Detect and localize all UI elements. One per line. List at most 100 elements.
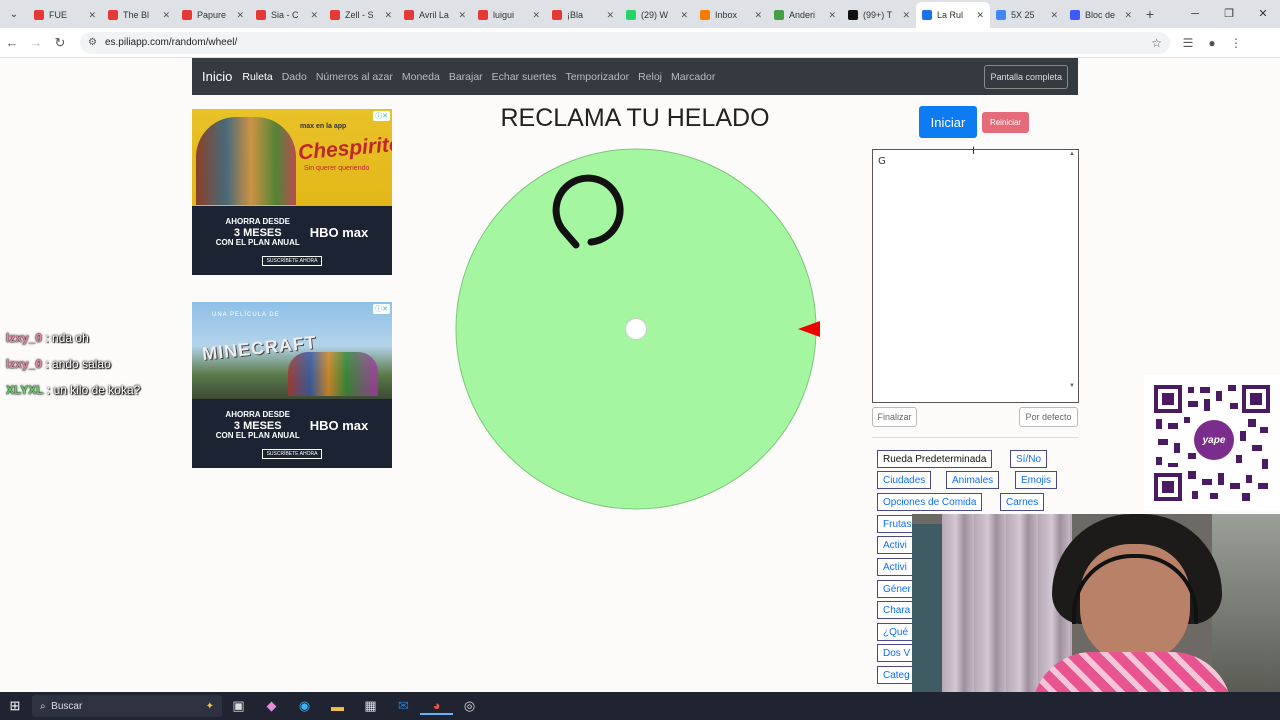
obs-icon[interactable]: ◎ — [453, 698, 486, 714]
preset-generos[interactable]: Géner — [877, 580, 913, 598]
browser-tab[interactable]: (29) W ✕ — [620, 2, 694, 28]
ad-cta[interactable]: SUSCRÍBETE AHORA — [261, 255, 323, 266]
preset-dos-v[interactable]: Dos V — [877, 644, 913, 662]
preset-si-no[interactable]: Sí/No — [1010, 450, 1048, 468]
nav-link[interactable]: Moneda — [402, 71, 440, 83]
ad-cta[interactable]: SUSCRÍBETE AHORA — [261, 448, 323, 459]
windows-start-icon[interactable]: ⊞ — [0, 698, 30, 714]
profile-icon[interactable]: ● — [1200, 36, 1224, 50]
preset-frutas[interactable]: Frutas — [877, 515, 913, 533]
tab-close-icon[interactable]: ✕ — [606, 10, 614, 21]
browser-tab[interactable]: Inbox ✕ — [694, 2, 768, 28]
bookmark-star-icon[interactable]: ☆ — [1151, 36, 1162, 50]
new-tab-button[interactable]: + — [1138, 6, 1162, 22]
browser-tab[interactable]: (99+) T ✕ — [842, 2, 916, 28]
tab-close-icon[interactable]: ✕ — [976, 10, 984, 21]
file-explorer-icon[interactable]: ▬ — [321, 699, 354, 714]
close-window-icon[interactable]: ✕ — [1246, 0, 1280, 28]
tab-close-icon[interactable]: ✕ — [1124, 10, 1132, 21]
browser-tab[interactable]: La Rul ✕ — [916, 2, 990, 28]
adchoices-icon[interactable]: ⓘ✕ — [373, 111, 390, 121]
nav-link[interactable]: Echar suertes — [492, 71, 557, 83]
nav-link[interactable]: Dado — [282, 71, 307, 83]
ad-minecraft[interactable]: UNA PELÍCULA DE MINECRAFT ⓘ✕ AHORRA DESD… — [192, 302, 392, 468]
site-info-icon[interactable]: ⚙ — [88, 37, 97, 48]
tab-favicon-icon — [256, 10, 266, 20]
menu-kebab-icon[interactable]: ⋮ — [1224, 36, 1248, 50]
copilot-icon[interactable]: ◆ — [255, 698, 288, 714]
preset-emojis[interactable]: Emojis — [1015, 471, 1058, 489]
reset-button[interactable]: Reiniciar — [982, 112, 1029, 133]
scroll-down-icon[interactable]: ▼ — [1069, 383, 1075, 389]
taskbar-search[interactable]: ⌕ Buscar ✦ — [32, 695, 222, 717]
store-icon[interactable]: ▦ — [354, 698, 387, 714]
nav-link[interactable]: Temporizador — [565, 71, 629, 83]
restore-icon[interactable]: ❐ — [1212, 0, 1246, 28]
tab-close-icon[interactable]: ✕ — [754, 10, 762, 21]
tab-close-icon[interactable]: ✕ — [532, 10, 540, 21]
tab-close-icon[interactable]: ✕ — [310, 10, 318, 21]
preset-characters[interactable]: Chara — [877, 601, 913, 619]
browser-tab[interactable]: Sia - C ✕ — [250, 2, 324, 28]
tab-close-icon[interactable]: ✕ — [902, 10, 910, 21]
tab-search-icon[interactable]: ⌄ — [0, 0, 28, 28]
chrome-icon[interactable]: ◕ — [420, 698, 453, 715]
preset-ciudades[interactable]: Ciudades — [877, 471, 932, 489]
minimize-icon[interactable]: ─ — [1178, 0, 1212, 28]
fullscreen-button[interactable]: Pantalla completa — [984, 64, 1068, 89]
ad-chespirito[interactable]: max en la app Chespirito Sin querer quer… — [192, 109, 392, 275]
outlook-icon[interactable]: ✉ — [387, 698, 420, 714]
browser-tab[interactable]: Bloc de ✕ — [1064, 2, 1138, 28]
tab-favicon-icon — [404, 10, 414, 20]
ad-mini-text: max en la app — [300, 123, 347, 130]
preset-animales[interactable]: Animales — [946, 471, 1000, 489]
nav-link[interactable]: Números al azar — [316, 71, 393, 83]
browser-tab[interactable]: luigui ✕ — [472, 2, 546, 28]
tab-title: Papure — [197, 10, 227, 20]
tab-close-icon[interactable]: ✕ — [1050, 10, 1058, 21]
reload-icon[interactable]: ↻ — [48, 35, 72, 51]
preset-carnes[interactable]: Carnes — [1000, 493, 1045, 511]
tab-close-icon[interactable]: ✕ — [680, 10, 688, 21]
start-button[interactable]: Iniciar — [919, 106, 977, 138]
nav-link[interactable]: Barajar — [449, 71, 483, 83]
preset-categorias[interactable]: Categ — [877, 666, 913, 684]
task-view-icon[interactable]: ▣ — [222, 698, 255, 714]
browser-tab[interactable]: ¡Bla ✕ — [546, 2, 620, 28]
preset-rueda-predeterminada[interactable]: Rueda Predeterminada — [877, 450, 993, 468]
back-icon[interactable]: ← — [0, 35, 24, 50]
entries-textarea[interactable]: G — [872, 149, 1079, 403]
browser-tab[interactable]: Papure ✕ — [176, 2, 250, 28]
preset-actividades-2[interactable]: Activi — [877, 558, 913, 576]
edge-icon[interactable]: ◉ — [288, 698, 321, 714]
browser-tab[interactable]: 5X 25 ✕ — [990, 2, 1064, 28]
tab-close-icon[interactable]: ✕ — [88, 10, 96, 21]
forward-icon[interactable]: → — [24, 35, 48, 50]
browser-tab[interactable]: Zell - S ✕ — [324, 2, 398, 28]
scroll-up-icon[interactable]: ▲ — [1069, 151, 1075, 157]
preset-que[interactable]: ¿Qué — [877, 623, 913, 641]
chat-text: : nda oh — [42, 331, 89, 345]
reading-list-icon[interactable]: ☰ — [1176, 36, 1200, 50]
preset-comida[interactable]: Opciones de Comida — [877, 493, 983, 511]
tab-close-icon[interactable]: ✕ — [162, 10, 170, 21]
default-button[interactable]: Por defecto — [1019, 407, 1078, 427]
url-input[interactable]: ⚙ es.piliapp.com/random/wheel/ ☆ — [80, 31, 1170, 54]
preset-actividades-1[interactable]: Activi — [877, 536, 913, 554]
adchoices-icon[interactable]: ⓘ✕ — [373, 304, 390, 314]
tab-title: FUE — [49, 10, 67, 20]
nav-link[interactable]: Reloj — [638, 71, 662, 83]
tab-close-icon[interactable]: ✕ — [236, 10, 244, 21]
browser-tab[interactable]: Avril La ✕ — [398, 2, 472, 28]
tab-close-icon[interactable]: ✕ — [458, 10, 466, 21]
nav-link[interactable]: Marcador — [671, 71, 715, 83]
browser-tab[interactable]: Anderi ✕ — [768, 2, 842, 28]
tab-favicon-icon — [330, 10, 340, 20]
nav-link[interactable]: Ruleta — [242, 71, 272, 83]
browser-tab[interactable]: FUE ✕ — [28, 2, 102, 28]
browser-tab[interactable]: The Bl ✕ — [102, 2, 176, 28]
tab-close-icon[interactable]: ✕ — [384, 10, 392, 21]
finish-button[interactable]: Finalizar — [872, 407, 917, 427]
home-link[interactable]: Inicio — [202, 69, 232, 84]
tab-close-icon[interactable]: ✕ — [828, 10, 836, 21]
